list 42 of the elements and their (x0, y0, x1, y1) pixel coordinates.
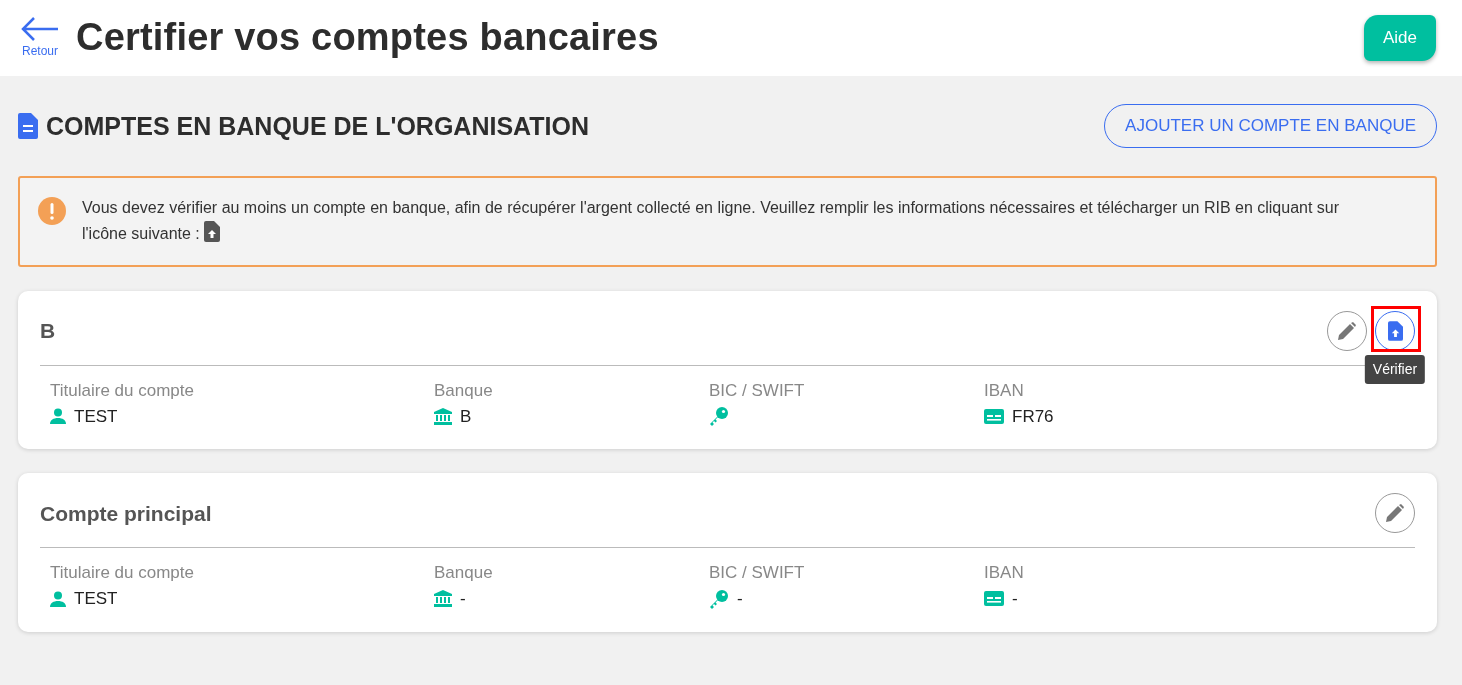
field-value: FR76 (1012, 405, 1054, 428)
verify-button[interactable] (1375, 310, 1415, 351)
bank-icon (434, 407, 452, 425)
field-label: BIC / SWIFT (709, 562, 806, 585)
key-icon (709, 406, 729, 427)
warning-icon (38, 197, 66, 225)
key-icon (709, 588, 729, 609)
bank-icon (434, 590, 452, 608)
document-icon (18, 113, 38, 139)
field-label: Banque (434, 562, 494, 585)
edit-button[interactable] (1375, 493, 1415, 534)
back-button[interactable]: Retour (20, 16, 60, 60)
account-name: Compte principal (40, 500, 212, 527)
field-value: TEST (74, 588, 118, 611)
field-label: Titulaire du compte (50, 379, 195, 402)
field-label: IBAN (984, 379, 1025, 402)
page-title: Certifier vos comptes bancaires (76, 15, 659, 61)
file-upload-icon (204, 221, 221, 243)
field-value: TEST (74, 405, 118, 428)
field-value: B (460, 405, 472, 428)
pencil-icon (1386, 504, 1404, 523)
edit-button[interactable] (1327, 310, 1367, 351)
field-label: Banque (434, 379, 494, 402)
person-icon (50, 408, 66, 425)
help-button[interactable]: Aide (1363, 15, 1436, 61)
field-value: - (1012, 588, 1018, 611)
highlight-box (1371, 305, 1421, 352)
pencil-icon (1338, 321, 1356, 340)
account-name: B (40, 318, 56, 345)
section-title: COMPTES EN BANQUE DE L'ORGANISATION (46, 111, 589, 141)
arrow-left-icon (20, 16, 60, 42)
person-icon (50, 590, 66, 607)
field-label: BIC / SWIFT (709, 379, 806, 402)
card-icon (984, 408, 1004, 424)
field-label: Titulaire du compte (50, 562, 195, 585)
tooltip: Vérifier (1364, 354, 1426, 384)
field-label: IBAN (984, 562, 1025, 585)
card-icon (984, 591, 1004, 607)
field-value: - (737, 588, 743, 611)
field-value: - (460, 588, 466, 611)
alert-text: Vous devez vérifier au moins un compte en banque, afin de récupérer l'argent collecté en ligne. Veuillez remplir les informations nécessaires et télécharger un RIB en cliquant sur l'icône suivante : (82, 198, 1341, 245)
file-upload-icon (1387, 320, 1403, 341)
